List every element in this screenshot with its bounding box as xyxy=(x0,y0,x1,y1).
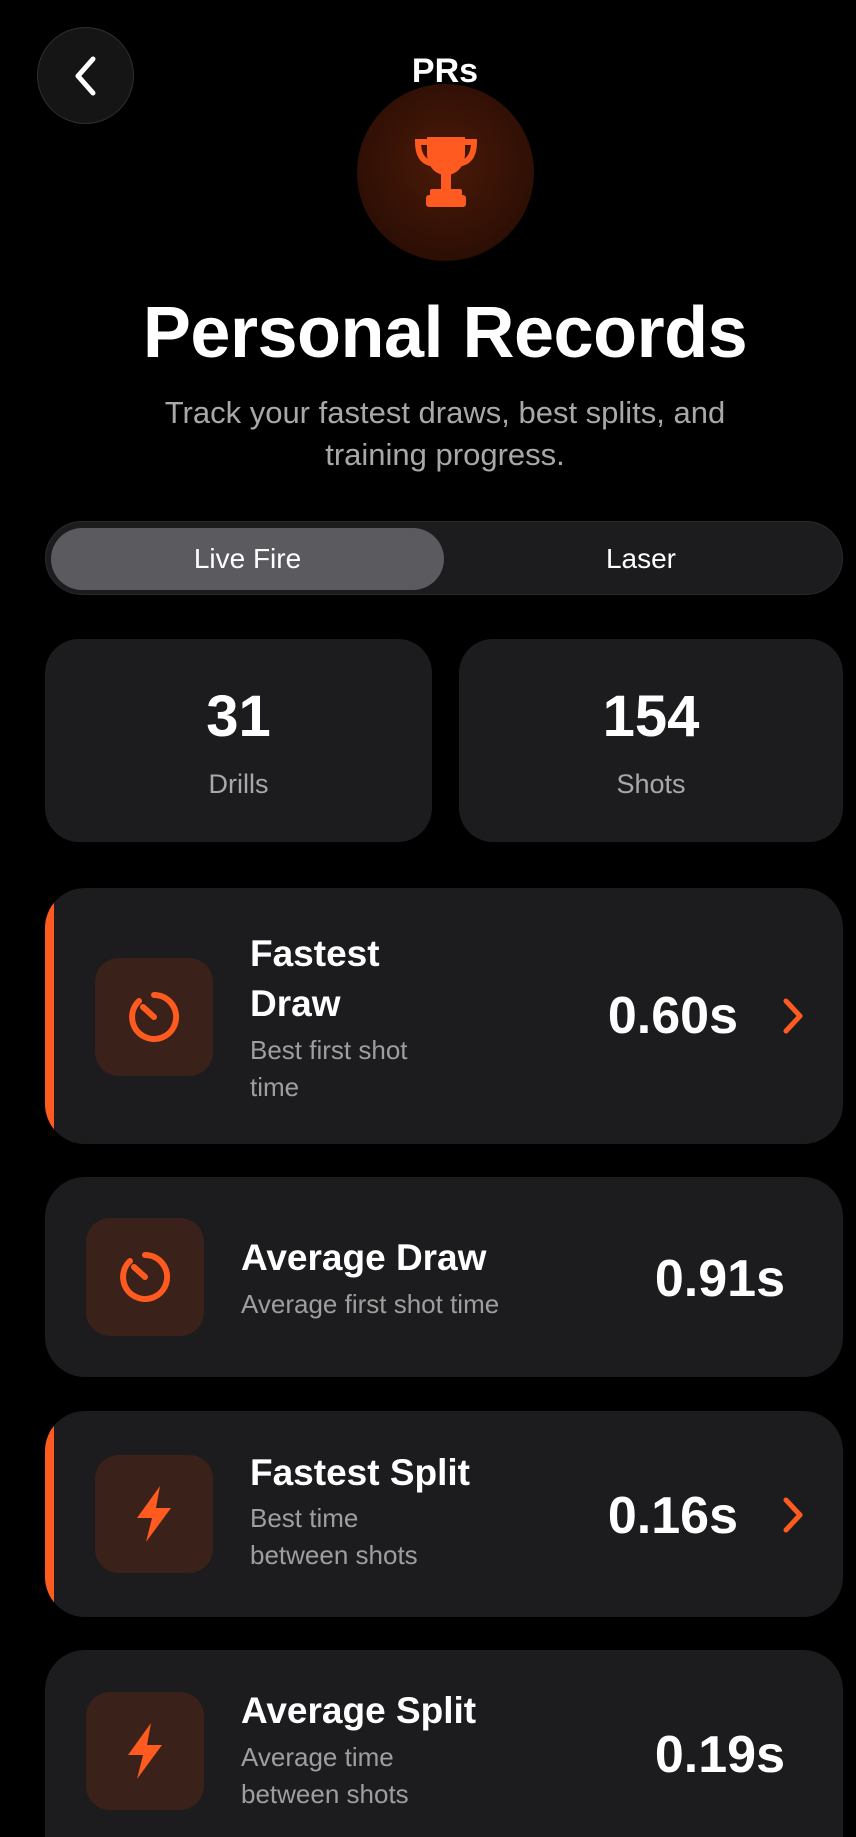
record-title: Fastest Draw xyxy=(250,933,380,1024)
highlight-accent-bar xyxy=(45,888,54,1144)
page-subtitle: Track your fastest draws, best splits, a… xyxy=(164,395,726,472)
record-fastest-draw[interactable]: Fastest Draw Best first shot time 0.60s xyxy=(45,888,843,1144)
record-value: 0.19s xyxy=(654,1726,785,1784)
stopwatch-icon xyxy=(129,991,180,1042)
highlight-accent-bar xyxy=(45,1411,54,1617)
record-average-draw: Average Draw Average first shot time 0.9… xyxy=(45,1177,843,1377)
record-icon-tile xyxy=(86,1218,204,1336)
record-title: Fastest Split xyxy=(250,1452,470,1493)
record-value: 0.16s xyxy=(607,1487,738,1545)
shots-count: 154 xyxy=(602,684,700,749)
record-subtitle: Best first shot time xyxy=(250,1035,408,1102)
shots-stat-card: 154 Shots xyxy=(459,639,843,842)
stopwatch-icon xyxy=(120,1251,171,1302)
record-subtitle: Best time between shots xyxy=(250,1503,418,1570)
record-value: 0.91s xyxy=(654,1250,785,1308)
chevron-right-icon xyxy=(783,998,803,1034)
record-subtitle: Average time between shots xyxy=(241,1742,409,1809)
drills-label: Drills xyxy=(208,769,269,799)
mode-segmented-control: Live Fire Laser xyxy=(45,521,843,595)
record-icon-tile xyxy=(86,1692,204,1810)
chevron-right-icon xyxy=(783,1497,803,1533)
tab-laser[interactable]: Laser xyxy=(444,528,838,590)
lightning-icon xyxy=(128,1723,162,1779)
record-fastest-split[interactable]: Fastest Split Best time between shots 0.… xyxy=(45,1411,843,1617)
trophy-badge xyxy=(357,84,534,261)
personal-records-screen: PRs Personal Records Track your fastest … xyxy=(0,0,856,1837)
record-subtitle: Average first shot time xyxy=(241,1289,500,1319)
page-title: Personal Records xyxy=(142,293,748,373)
drills-stat-card: 31 Drills xyxy=(45,639,432,842)
lightning-icon xyxy=(137,1486,171,1542)
tab-live-fire[interactable]: Live Fire xyxy=(51,528,444,590)
record-title: Average Split xyxy=(241,1690,477,1731)
record-icon-tile xyxy=(95,1455,213,1573)
shots-label: Shots xyxy=(616,769,686,799)
drills-count: 31 xyxy=(206,684,271,749)
record-title: Average Draw xyxy=(241,1237,487,1278)
trophy-icon xyxy=(414,136,477,207)
record-icon-tile xyxy=(95,958,213,1076)
record-value: 0.60s xyxy=(607,987,738,1045)
record-average-split: Average Split Average time between shots… xyxy=(45,1650,843,1837)
